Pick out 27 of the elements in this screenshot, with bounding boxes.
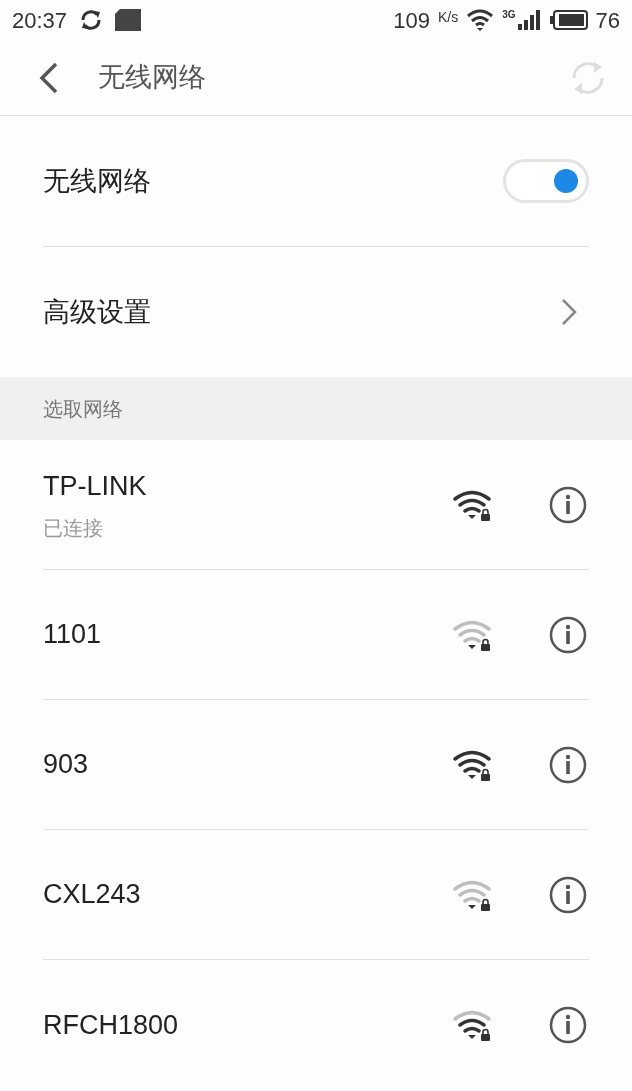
- wifi-icon: [466, 8, 495, 32]
- advanced-settings-label[interactable]: 高级设置: [43, 291, 151, 333]
- network-name[interactable]: CXL243: [43, 874, 141, 915]
- back-icon[interactable]: [38, 61, 60, 94]
- clock: 20:37: [12, 6, 68, 35]
- chevron-right-icon[interactable]: [561, 298, 577, 326]
- network-name[interactable]: 903: [43, 744, 89, 785]
- wifi-label: 无线网络: [43, 164, 151, 198]
- speed-unit: K/s: [437, 7, 459, 27]
- page-title: 无线网络: [98, 61, 206, 95]
- connection-status: 已连接: [43, 515, 104, 541]
- info-icon[interactable]: [549, 875, 587, 914]
- sd-card-icon: [115, 9, 142, 31]
- network-name[interactable]: 1101: [43, 614, 102, 655]
- info-icon[interactable]: [549, 745, 587, 784]
- section-title: 选取网络: [43, 396, 123, 422]
- info-icon[interactable]: [549, 1006, 587, 1044]
- network-type: 3G: [502, 10, 516, 20]
- signal-icon: [517, 10, 542, 30]
- wifi-switch[interactable]: [503, 159, 589, 203]
- info-icon[interactable]: [549, 485, 587, 524]
- battery-level: 76: [595, 6, 620, 35]
- network-name[interactable]: RFCH1800: [43, 1004, 179, 1046]
- network-name[interactable]: TP-LINK: [43, 466, 147, 507]
- battery-icon: [549, 10, 588, 30]
- network-speed: 109: [393, 6, 430, 35]
- info-icon[interactable]: [549, 615, 587, 654]
